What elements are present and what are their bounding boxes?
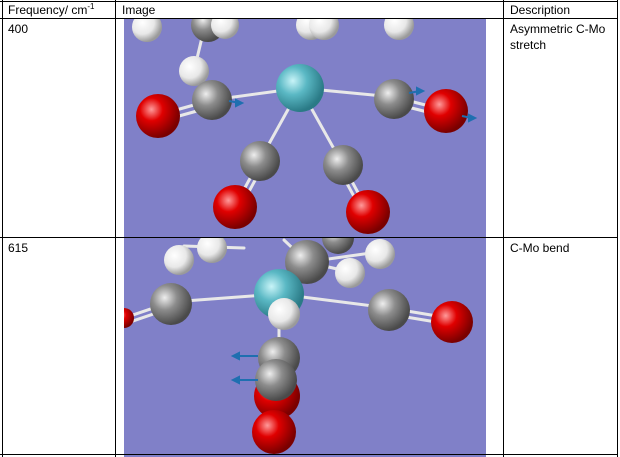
column-divider-1 (115, 0, 116, 457)
row2-frequency: 615 (8, 241, 29, 255)
header-image: Image (122, 3, 156, 17)
molecule-render-615 (124, 238, 486, 454)
carbon-atom (150, 283, 192, 325)
oxygen-atom (431, 301, 473, 343)
hydrogen-atom (164, 245, 194, 275)
carbon-atom (240, 141, 280, 181)
oxygen-atom (136, 94, 180, 138)
table-border-left (2, 0, 3, 457)
molybdenum-atom (276, 64, 324, 112)
oxygen-atom (213, 185, 257, 229)
row2-description: C-Mo bend (510, 241, 570, 255)
carbon-atom (323, 145, 363, 185)
vibrational-modes-table: Frequency/ cm-1 Image Description 400 As… (0, 0, 620, 457)
table-border-right (617, 0, 618, 457)
molecule-render-400 (124, 19, 486, 237)
row1-description: Asymmetric C-Mo stretch (510, 22, 606, 52)
carbon-atom (192, 80, 232, 120)
oxygen-atom (252, 410, 296, 454)
carbon-atom (368, 289, 410, 331)
hydrogen-atom (335, 258, 365, 288)
row1-frequency: 400 (8, 22, 29, 36)
carbon-atom (374, 79, 414, 119)
hydrogen-atom (365, 239, 395, 269)
oxygen-atom (346, 190, 390, 234)
header-description: Description (510, 3, 571, 17)
column-divider-2 (503, 0, 504, 457)
render-background (124, 19, 486, 237)
oxygen-atom (424, 89, 468, 133)
header-frequency: Frequency/ cm-1 (8, 2, 95, 18)
carbon-atom (255, 359, 297, 401)
hydrogen-atom (268, 298, 300, 330)
